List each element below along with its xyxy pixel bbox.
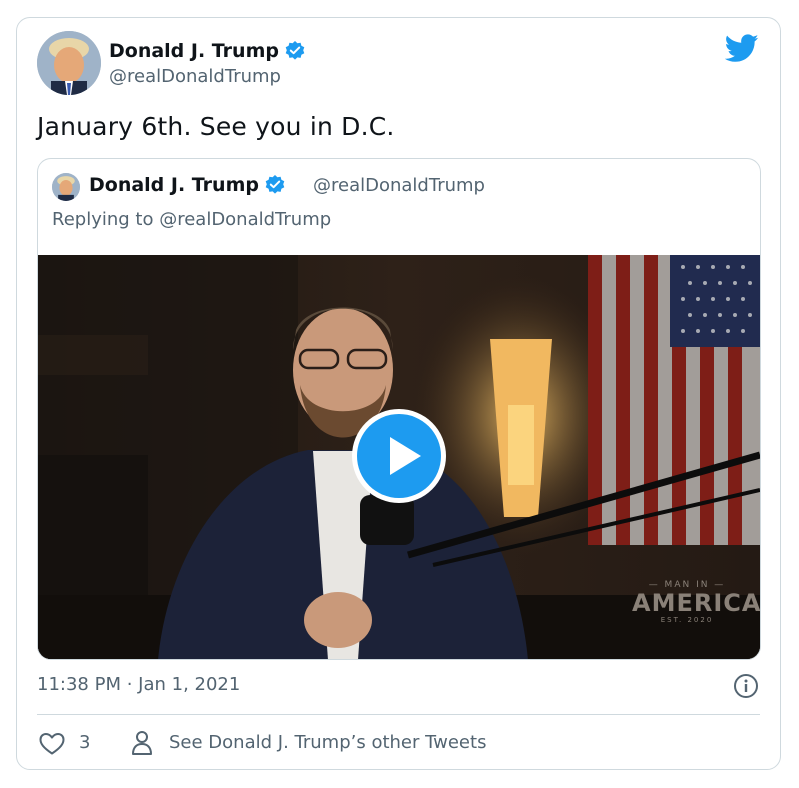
verified-badge-icon (284, 40, 306, 62)
author-handle[interactable]: @realDonaldTrump (109, 66, 281, 87)
play-button[interactable] (352, 409, 446, 503)
twitter-bird-icon[interactable] (724, 34, 759, 64)
verified-badge-icon (264, 174, 286, 196)
author-avatar[interactable] (37, 31, 101, 95)
video-watermark: — MAN IN — AMERICA EST. 2020 (632, 580, 760, 624)
tweet-timestamp[interactable]: 11:38 PM · Jan 1, 2021 (37, 674, 240, 695)
quoted-author-avatar[interactable] (52, 173, 80, 201)
tweet-text: January 6th. See you in D.C. (37, 112, 395, 141)
author-name[interactable]: Donald J. Trump (109, 40, 306, 62)
video-player[interactable]: — MAN IN — AMERICA EST. 2020 (38, 255, 760, 659)
quoted-author-handle[interactable]: @realDonaldTrump (313, 175, 485, 196)
divider (37, 714, 760, 715)
person-icon[interactable] (131, 730, 153, 756)
play-icon (357, 414, 441, 498)
replying-to-line: Replying to @realDonaldTrump (52, 209, 331, 230)
author-name-text: Donald J. Trump (109, 40, 279, 62)
other-tweets-link[interactable]: See Donald J. Trump’s other Tweets (169, 732, 486, 753)
heart-icon[interactable] (39, 732, 65, 756)
quoted-tweet[interactable]: Donald J. Trump @realDonaldTrump Replyin… (37, 158, 761, 660)
tweet-card[interactable]: Donald J. Trump @realDonaldTrump January… (16, 17, 781, 770)
info-icon[interactable] (733, 673, 759, 699)
replying-prefix: Replying to (52, 209, 160, 230)
watermark-est: EST. 2020 (660, 616, 714, 624)
watermark-main: AMERICA (632, 589, 760, 617)
quoted-author-name-text: Donald J. Trump (89, 174, 259, 196)
quoted-author-name[interactable]: Donald J. Trump (89, 174, 286, 196)
like-count: 3 (79, 732, 91, 753)
replying-mention-link[interactable]: @realDonaldTrump (159, 209, 331, 230)
